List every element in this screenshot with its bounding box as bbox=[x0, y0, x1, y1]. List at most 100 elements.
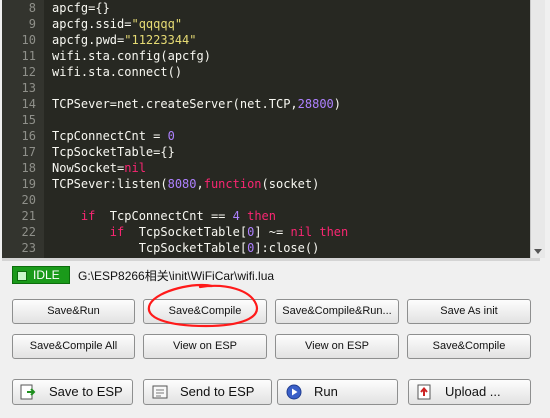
scroll-down-arrow-icon[interactable] bbox=[534, 249, 542, 254]
code-token: TcpSocketTable[ bbox=[52, 241, 248, 255]
code-token: "11223344" bbox=[124, 33, 197, 47]
code-text: apcfg.ssid="qqqqq" bbox=[52, 16, 182, 32]
line-number: 12 bbox=[21, 65, 36, 79]
editor-horizontal-scrollbar[interactable] bbox=[2, 258, 540, 261]
code-token: TCPSever:listen( bbox=[52, 177, 168, 191]
code-token: 8080 bbox=[167, 177, 197, 191]
send-to-esp-label: Send to ESP bbox=[180, 384, 255, 399]
code-text: apcfg={} bbox=[52, 0, 110, 16]
save-compile-run-button[interactable]: Save&Compile&Run... bbox=[275, 299, 399, 324]
code-token: TcpSocketTable[ bbox=[124, 225, 248, 239]
code-token: NowSocket= bbox=[52, 161, 125, 175]
code-line[interactable]: 22 if TcpSocketTable[0] ~= nil then bbox=[2, 224, 532, 240]
save-to-esp-icon bbox=[20, 384, 36, 400]
save-compile-button[interactable]: Save&Compile bbox=[143, 299, 267, 324]
run-button[interactable]: Run bbox=[277, 379, 398, 405]
file-path-label: G:\ESP8266相关\init\WiFiCar\wifi.lua bbox=[78, 269, 275, 283]
code-editor[interactable]: 8 apcfg={} 9 apcfg.ssid="qqqqq" 10 apcfg.pwd=… bbox=[2, 0, 540, 258]
view-on-esp-button-2[interactable]: View on ESP bbox=[275, 334, 399, 359]
code-token: ] ~= bbox=[254, 225, 291, 239]
send-to-esp-button[interactable]: Send to ESP bbox=[143, 379, 272, 405]
code-text: NowSocket=nil bbox=[52, 160, 146, 176]
code-line[interactable]: 23 TcpSocketTable[0]:close() bbox=[2, 240, 532, 256]
code-line[interactable]: 15 bbox=[2, 112, 532, 128]
save-compile-all-button[interactable]: Save&Compile All bbox=[12, 334, 135, 359]
code-text: if TcpSocketTable[0] ~= nil then bbox=[52, 224, 348, 240]
code-line[interactable]: 10 apcfg.pwd="11223344" bbox=[2, 32, 532, 48]
send-icon bbox=[152, 385, 168, 399]
code-token: TcpConnectCnt == bbox=[95, 209, 233, 223]
code-token: apcfg={} bbox=[52, 1, 110, 15]
run-icon bbox=[286, 384, 302, 400]
code-line[interactable]: 12 wifi.sta.connect() bbox=[2, 64, 532, 80]
status-label: IDLE bbox=[33, 268, 60, 282]
code-line[interactable]: 9 apcfg.ssid="qqqqq" bbox=[2, 16, 532, 32]
code-line[interactable]: 17 TcpSocketTable={} bbox=[2, 144, 532, 160]
save-compile-button-2[interactable]: Save&Compile bbox=[407, 334, 531, 359]
save-run-button[interactable]: Save&Run bbox=[12, 299, 135, 324]
save-to-esp-label: Save to ESP bbox=[49, 384, 123, 399]
line-number: 19 bbox=[21, 177, 36, 191]
code-line[interactable]: 18 NowSocket=nil bbox=[2, 160, 532, 176]
code-line[interactable]: 16 TcpConnectCnt = 0 bbox=[2, 128, 532, 144]
code-token: 28800 bbox=[297, 97, 334, 111]
code-text: if TcpConnectCnt == 4 then bbox=[52, 208, 276, 224]
code-text: TCPSever:listen(8080,function(socket) bbox=[52, 176, 319, 192]
line-number: 10 bbox=[21, 33, 36, 47]
code-text: TcpSocketTable[0]:close() bbox=[52, 240, 320, 256]
upload-label: Upload ... bbox=[445, 384, 501, 399]
line-number: 23 bbox=[21, 241, 36, 255]
code-token: (socket) bbox=[261, 177, 320, 191]
view-on-esp-button[interactable]: View on ESP bbox=[143, 334, 267, 359]
code-token: nil bbox=[290, 225, 313, 239]
code-line[interactable]: 11 wifi.sta.config(apcfg) bbox=[2, 48, 532, 64]
code-text: apcfg.pwd="11223344" bbox=[52, 32, 197, 48]
line-number: 11 bbox=[21, 49, 36, 63]
line-number: 8 bbox=[28, 1, 36, 15]
code-token: ]:close() bbox=[254, 241, 320, 255]
code-token: "qqqqq" bbox=[131, 17, 183, 31]
code-token: wifi.sta.config(apcfg) bbox=[52, 49, 211, 63]
code-text: TCPSever=net.createServer(net.TCP,28800) bbox=[52, 96, 341, 112]
code-token: wifi.sta.connect() bbox=[52, 65, 183, 79]
code-text: wifi.sta.config(apcfg) bbox=[52, 48, 211, 64]
upload-icon bbox=[417, 384, 431, 400]
code-token: , bbox=[196, 177, 204, 191]
line-number: 22 bbox=[21, 225, 36, 239]
save-to-esp-button[interactable]: Save to ESP bbox=[12, 379, 133, 405]
code-token: apcfg.ssid= bbox=[52, 17, 132, 31]
code-text: TcpConnectCnt = 0 bbox=[52, 128, 175, 144]
code-token: ) bbox=[333, 97, 341, 111]
code-token: if bbox=[109, 225, 125, 239]
code-token: apcfg.pwd= bbox=[52, 33, 125, 47]
code-line[interactable]: 21 if TcpConnectCnt == 4 then bbox=[2, 208, 532, 224]
code-line[interactable]: 20 bbox=[2, 192, 532, 208]
line-number: 13 bbox=[21, 81, 36, 95]
code-text: TcpSocketTable={} bbox=[52, 144, 175, 160]
code-text: wifi.sta.connect() bbox=[52, 64, 182, 80]
code-token: nil bbox=[124, 161, 146, 175]
code-token: TCPSever=net.createServer(net.TCP, bbox=[52, 97, 298, 111]
code-line[interactable]: 19 TCPSever:listen(8080,function(socket) bbox=[2, 176, 532, 192]
code-line[interactable]: 8 apcfg={} bbox=[2, 0, 532, 16]
code-token: then bbox=[319, 225, 349, 239]
code-line[interactable]: 14 TCPSever=net.createServer(net.TCP,2880… bbox=[2, 96, 532, 112]
upload-button[interactable]: Upload ... bbox=[408, 379, 531, 405]
line-number: 17 bbox=[21, 145, 36, 159]
line-number: 15 bbox=[21, 113, 36, 127]
code-token: then bbox=[247, 209, 277, 223]
status-led-icon bbox=[17, 271, 27, 281]
code-token: TcpConnectCnt = bbox=[52, 129, 168, 143]
status-badge: IDLE bbox=[12, 266, 70, 284]
line-number: 21 bbox=[21, 209, 36, 223]
editor-vertical-scrollbar[interactable] bbox=[530, 0, 545, 258]
line-number: 16 bbox=[21, 129, 36, 143]
line-number: 14 bbox=[21, 97, 36, 111]
code-token: 4 bbox=[232, 209, 240, 223]
code-token: 0 bbox=[167, 129, 175, 143]
code-line[interactable]: 13 bbox=[2, 80, 532, 96]
code-token: TcpSocketTable={} bbox=[52, 145, 175, 159]
save-as-init-button[interactable]: Save As init bbox=[407, 299, 531, 324]
